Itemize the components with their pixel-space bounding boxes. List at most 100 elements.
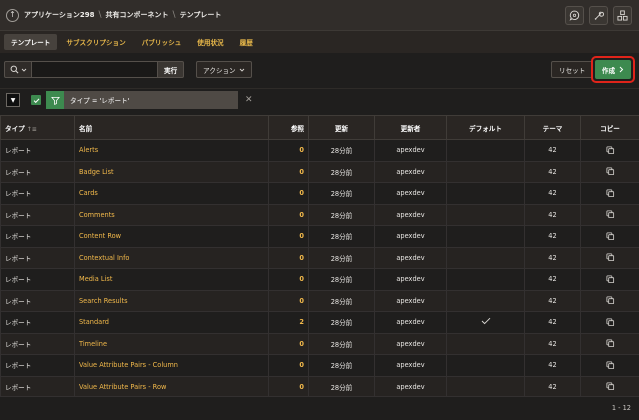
column-header-copy[interactable]: コピー <box>580 115 639 140</box>
copy-icon[interactable] <box>605 296 615 305</box>
column-header-default[interactable]: デフォルト <box>446 115 525 140</box>
column-header-type[interactable]: タイプ ↑≡ <box>0 115 75 140</box>
cell-references: 0 <box>268 332 309 355</box>
tab-usage[interactable]: 使用状況 <box>190 34 230 50</box>
breadcrumb-app[interactable]: アプリケーション298 <box>24 10 94 20</box>
template-name-link[interactable]: Value Attribute Pairs - Column <box>79 361 178 369</box>
tab-history[interactable]: 履歴 <box>233 34 260 50</box>
cell-default <box>446 354 525 377</box>
copy-icon[interactable] <box>605 339 615 348</box>
cell-theme: 42 <box>524 311 581 334</box>
copy-icon[interactable] <box>605 146 615 154</box>
chevron-down-icon <box>239 68 244 72</box>
search-icon <box>10 65 18 74</box>
cell-updated-by: apexdev <box>374 289 447 312</box>
cell-updated: 28分前 <box>308 182 375 205</box>
table-row: レポート Value Attribute Pairs - Column 0 28分前 a… <box>0 354 639 377</box>
filter-chip[interactable]: タイプ = 'レポート' <box>46 91 238 109</box>
reset-button[interactable]: リセット <box>551 61 594 78</box>
column-header-updated-by[interactable]: 更新者 <box>374 115 447 140</box>
copy-icon[interactable] <box>605 189 615 197</box>
cell-type: レポート <box>0 268 75 291</box>
cell-copy <box>580 354 639 377</box>
references-link[interactable]: 2 <box>299 318 304 326</box>
copy-icon[interactable] <box>605 382 615 391</box>
column-header-theme[interactable]: テーマ <box>524 115 581 140</box>
filter-enabled-checkbox[interactable] <box>31 95 41 105</box>
template-name-link[interactable]: Contextual Info <box>79 254 129 262</box>
create-button[interactable]: 作成 <box>595 60 631 79</box>
cell-default <box>446 375 525 398</box>
template-name-link[interactable]: Media List <box>79 275 112 283</box>
filter-text: タイプ = 'レポート' <box>70 97 130 105</box>
references-link[interactable]: 0 <box>299 211 304 219</box>
column-header-references[interactable]: 参照 <box>268 115 309 140</box>
cell-theme: 42 <box>524 332 581 355</box>
table-row: レポート Search Results 0 28分前 apexdev 42 <box>0 289 639 312</box>
copy-icon[interactable] <box>605 232 615 240</box>
references-link[interactable]: 0 <box>299 146 304 154</box>
cell-references: 0 <box>268 139 309 162</box>
template-name-link[interactable]: Cards <box>79 189 98 197</box>
cell-name: Badge List <box>74 160 269 183</box>
template-name-link[interactable]: Badge List <box>79 168 114 176</box>
references-link[interactable]: 0 <box>299 361 304 369</box>
cell-references: 0 <box>268 160 309 183</box>
cell-copy <box>580 375 639 398</box>
search-column-button[interactable] <box>4 61 32 78</box>
table-row: レポート Value Attribute Pairs - Row 0 28分前 apex… <box>0 375 639 398</box>
template-name-link[interactable]: Alerts <box>79 146 98 154</box>
copy-icon[interactable] <box>605 167 615 176</box>
tab-subscriptions[interactable]: サブスクリプション <box>59 34 132 50</box>
header-row: タイプ ↑≡ 名前 参照 更新 更新者 デフォルト テーマ コピー <box>0 115 639 140</box>
table-row: レポート Content Row 0 28分前 apexdev 42 <box>0 225 639 248</box>
tab-publish[interactable]: パブリッシュ <box>135 34 189 50</box>
references-link[interactable]: 0 <box>299 189 304 197</box>
references-link[interactable]: 0 <box>299 383 304 391</box>
shared-components-icon[interactable] <box>613 6 632 25</box>
template-name-link[interactable]: Standard <box>79 318 109 326</box>
chat-search-icon[interactable] <box>565 6 584 25</box>
references-link[interactable]: 0 <box>299 275 304 283</box>
report-footer: 1 - 12 <box>0 396 639 420</box>
references-link[interactable]: 0 <box>299 254 304 262</box>
references-link[interactable]: 0 <box>299 297 304 305</box>
cell-name: Search Results <box>74 289 269 312</box>
table-row: レポート Cards 0 28分前 apexdev 42 <box>0 182 639 205</box>
collapse-filters-button[interactable]: ▼ <box>6 93 20 107</box>
arrow-up-circle-icon[interactable]: ↑ <box>6 8 19 22</box>
copy-icon[interactable] <box>605 361 615 369</box>
search-input[interactable] <box>32 61 158 78</box>
actions-menu-button[interactable]: アクション <box>196 61 252 78</box>
references-link[interactable]: 0 <box>299 168 304 176</box>
template-name-link[interactable]: Content Row <box>79 232 121 240</box>
template-name-link[interactable]: Comments <box>79 211 115 219</box>
tab-templates[interactable]: テンプレート <box>4 34 58 50</box>
cell-references: 0 <box>268 246 309 269</box>
copy-icon[interactable] <box>605 275 615 283</box>
copy-icon[interactable] <box>605 253 615 262</box>
table-body: レポート Alerts 0 28分前 apexdev 42 レポート Badge List 0 2… <box>0 139 639 398</box>
cell-default <box>446 268 525 291</box>
references-link[interactable]: 0 <box>299 232 304 240</box>
column-header-name[interactable]: 名前 <box>74 115 269 140</box>
cell-updated: 28分前 <box>308 225 375 248</box>
cell-theme: 42 <box>524 182 581 205</box>
go-button[interactable]: 実行 <box>158 61 185 78</box>
template-name-link[interactable]: Search Results <box>79 297 128 305</box>
copy-icon[interactable] <box>605 318 615 326</box>
template-name-link[interactable]: Value Attribute Pairs - Row <box>79 383 166 391</box>
table-row: レポート Comments 0 28分前 apexdev 42 <box>0 203 639 226</box>
column-header-updated[interactable]: 更新 <box>308 115 375 140</box>
breadcrumb: ↑ アプリケーション298 \ 共有コンポーネント \ テンプレート <box>6 8 221 22</box>
remove-filter-icon[interactable]: ✕ <box>245 95 253 105</box>
template-name-link[interactable]: Timeline <box>79 340 107 348</box>
checkmark-icon <box>481 318 491 327</box>
wrench-icon[interactable] <box>589 6 608 25</box>
breadcrumb-shared-components[interactable]: 共有コンポーネント <box>106 10 169 20</box>
cell-updated-by: apexdev <box>374 354 447 377</box>
references-link[interactable]: 0 <box>299 340 304 348</box>
copy-icon[interactable] <box>605 210 615 219</box>
breadcrumb-separator: \ <box>98 10 102 20</box>
pagination-range: 1 - 12 <box>611 404 631 412</box>
